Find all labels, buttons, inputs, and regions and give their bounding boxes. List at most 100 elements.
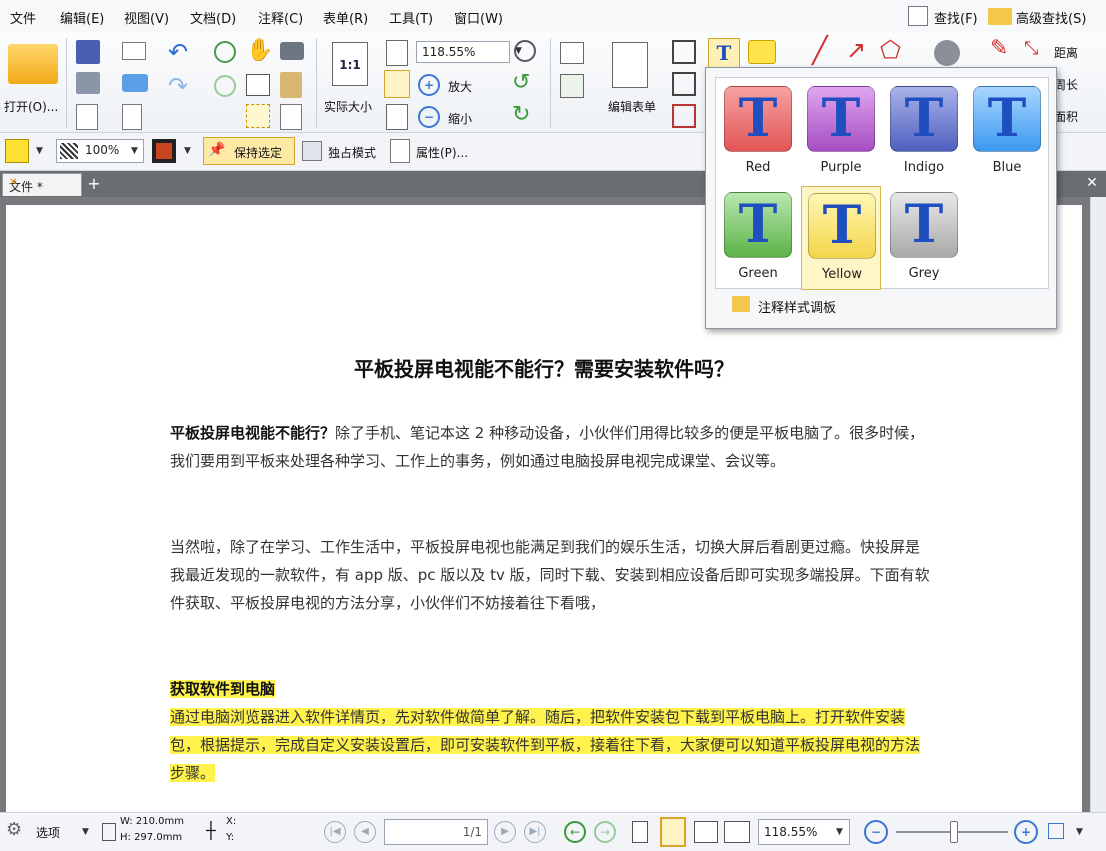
distance-icon[interactable]: ⤡: [1024, 38, 1038, 59]
style-tile-green[interactable]: T Green: [718, 186, 798, 290]
exclusive-mode-button[interactable]: 独占模式: [328, 144, 376, 161]
pencil-icon[interactable]: ✎: [990, 36, 1008, 61]
hand-tool-icon[interactable]: ✋: [246, 38, 273, 63]
line-tool-icon[interactable]: ╱: [812, 36, 828, 66]
save-icon[interactable]: [76, 40, 100, 64]
attach-file-icon[interactable]: [280, 104, 302, 130]
new-tab-icon[interactable]: +: [86, 176, 102, 192]
fit-visible-icon[interactable]: [386, 104, 408, 130]
page-number-field[interactable]: 1/1: [384, 819, 488, 845]
find-button[interactable]: 查找(F): [934, 8, 978, 27]
email-icon[interactable]: [122, 42, 146, 60]
chevron-down-icon[interactable]: ▼: [36, 146, 43, 156]
zoom-out-icon[interactable]: −: [418, 106, 440, 128]
style-tile-grey[interactable]: T Grey: [884, 186, 964, 290]
menu-document[interactable]: 文档(D): [190, 8, 236, 27]
note-tool-icon[interactable]: [748, 40, 776, 64]
export-icon[interactable]: [76, 104, 98, 130]
fullscreen-icon[interactable]: [1048, 823, 1064, 839]
facing-pages-icon[interactable]: [694, 821, 718, 843]
new-document-icon[interactable]: [122, 104, 142, 130]
menu-edit[interactable]: 编辑(E): [60, 8, 104, 27]
properties-button[interactable]: 属性(P)...: [416, 144, 468, 161]
forward-icon[interactable]: [214, 75, 236, 97]
go-back-icon[interactable]: ←: [564, 821, 586, 843]
menu-window[interactable]: 窗口(W): [454, 8, 503, 27]
undo-icon[interactable]: ↶: [168, 38, 188, 66]
chevron-down-icon[interactable]: ▼: [1076, 827, 1083, 837]
link-tool-icon[interactable]: [672, 104, 696, 128]
style-tile-indigo[interactable]: T Indigo: [884, 80, 964, 184]
zoom-slider-thumb[interactable]: [950, 821, 958, 843]
menu-view[interactable]: 视图(V): [124, 8, 169, 27]
snapshot-camera-icon[interactable]: [280, 42, 304, 60]
rotate-right-icon[interactable]: ↻: [512, 102, 530, 127]
close-document-icon[interactable]: ✕: [1084, 175, 1100, 191]
find-icon[interactable]: [908, 6, 928, 26]
actual-size-label[interactable]: 实际大小: [324, 98, 372, 115]
textbox-tool-icon[interactable]: [672, 72, 696, 96]
stamp-icon[interactable]: [934, 40, 960, 66]
distance-label[interactable]: 距离: [1054, 44, 1078, 61]
properties-icon[interactable]: [390, 139, 410, 163]
close-tab-icon[interactable]: ✕: [9, 177, 77, 188]
vertical-scrollbar[interactable]: [1090, 197, 1106, 812]
menu-comment[interactable]: 注释(C): [258, 8, 303, 27]
clipboard-icon[interactable]: [280, 72, 302, 98]
zoom-in-label[interactable]: 放大: [448, 78, 472, 95]
style-tile-yellow[interactable]: T Yellow: [801, 186, 881, 290]
chevron-down-icon[interactable]: ▼: [131, 146, 138, 156]
go-forward-icon[interactable]: →: [594, 821, 616, 843]
document-tab[interactable]: 文件 * ✕: [2, 173, 82, 196]
actual-size-icon[interactable]: 1:1: [332, 42, 368, 86]
form-tools-icon[interactable]: [560, 74, 584, 98]
chevron-down-icon[interactable]: ▼: [184, 146, 191, 156]
style-palette-link[interactable]: 注释样式调板: [758, 297, 836, 316]
select-mode-label[interactable]: 选项: [36, 824, 60, 841]
back-icon[interactable]: [214, 41, 236, 63]
typewriter-tool-icon[interactable]: T: [708, 38, 740, 68]
chevron-down-icon[interactable]: ▼: [82, 827, 89, 837]
zoom-out-icon[interactable]: −: [864, 820, 888, 844]
next-page-icon[interactable]: ▶: [494, 821, 516, 843]
single-page-icon[interactable]: [632, 821, 648, 843]
keep-selected-button[interactable]: 📌 保持选定: [203, 137, 295, 165]
previous-page-icon[interactable]: ◀: [354, 821, 376, 843]
area-label[interactable]: 面积: [1054, 108, 1078, 125]
print-icon[interactable]: [76, 72, 100, 94]
rotate-left-icon[interactable]: ↺: [512, 70, 530, 95]
scanner-icon[interactable]: [122, 74, 148, 92]
menu-file[interactable]: 文件: [10, 8, 36, 27]
edit-form-label[interactable]: 编辑表单: [608, 98, 656, 115]
gear-icon[interactable]: ⚙: [6, 819, 22, 840]
style-tile-purple[interactable]: T Purple: [801, 80, 881, 184]
zoom-out-label[interactable]: 缩小: [448, 110, 472, 127]
zoom-combobox[interactable]: 118.55%: [416, 41, 510, 63]
first-page-icon[interactable]: |◀: [324, 821, 346, 843]
magnifier-icon[interactable]: [514, 40, 536, 62]
continuous-facing-icon[interactable]: [724, 821, 750, 843]
style-tile-blue[interactable]: T Blue: [967, 80, 1047, 184]
advanced-find-folder-icon[interactable]: [988, 8, 1012, 25]
perimeter-label[interactable]: 周长: [1054, 76, 1078, 93]
fill-color-swatch[interactable]: [5, 139, 29, 163]
menu-form[interactable]: 表单(R): [323, 8, 368, 27]
open-folder-icon[interactable]: [8, 44, 58, 84]
fit-width-icon[interactable]: [384, 70, 410, 98]
border-color-icon[interactable]: [152, 139, 176, 163]
zoom-in-icon[interactable]: +: [1014, 820, 1038, 844]
advanced-find-button[interactable]: 高级查找(S): [1016, 8, 1086, 27]
arrow-tool-icon[interactable]: ↗: [846, 36, 866, 64]
exclusive-mode-icon[interactable]: [302, 141, 322, 161]
last-page-icon[interactable]: ▶|: [524, 821, 546, 843]
chevron-down-icon[interactable]: ▼: [836, 827, 843, 837]
image-tool-icon[interactable]: [672, 40, 696, 64]
open-label[interactable]: 打开(O)...: [4, 98, 58, 115]
continuous-page-icon[interactable]: [660, 817, 686, 847]
redo-icon[interactable]: ↷: [168, 72, 188, 100]
polygon-tool-icon[interactable]: ⬠: [880, 36, 901, 64]
select-text-icon[interactable]: [246, 74, 270, 96]
marquee-icon[interactable]: [246, 104, 270, 128]
style-tile-red[interactable]: T Red: [718, 80, 798, 184]
menu-tools[interactable]: 工具(T): [389, 8, 433, 27]
